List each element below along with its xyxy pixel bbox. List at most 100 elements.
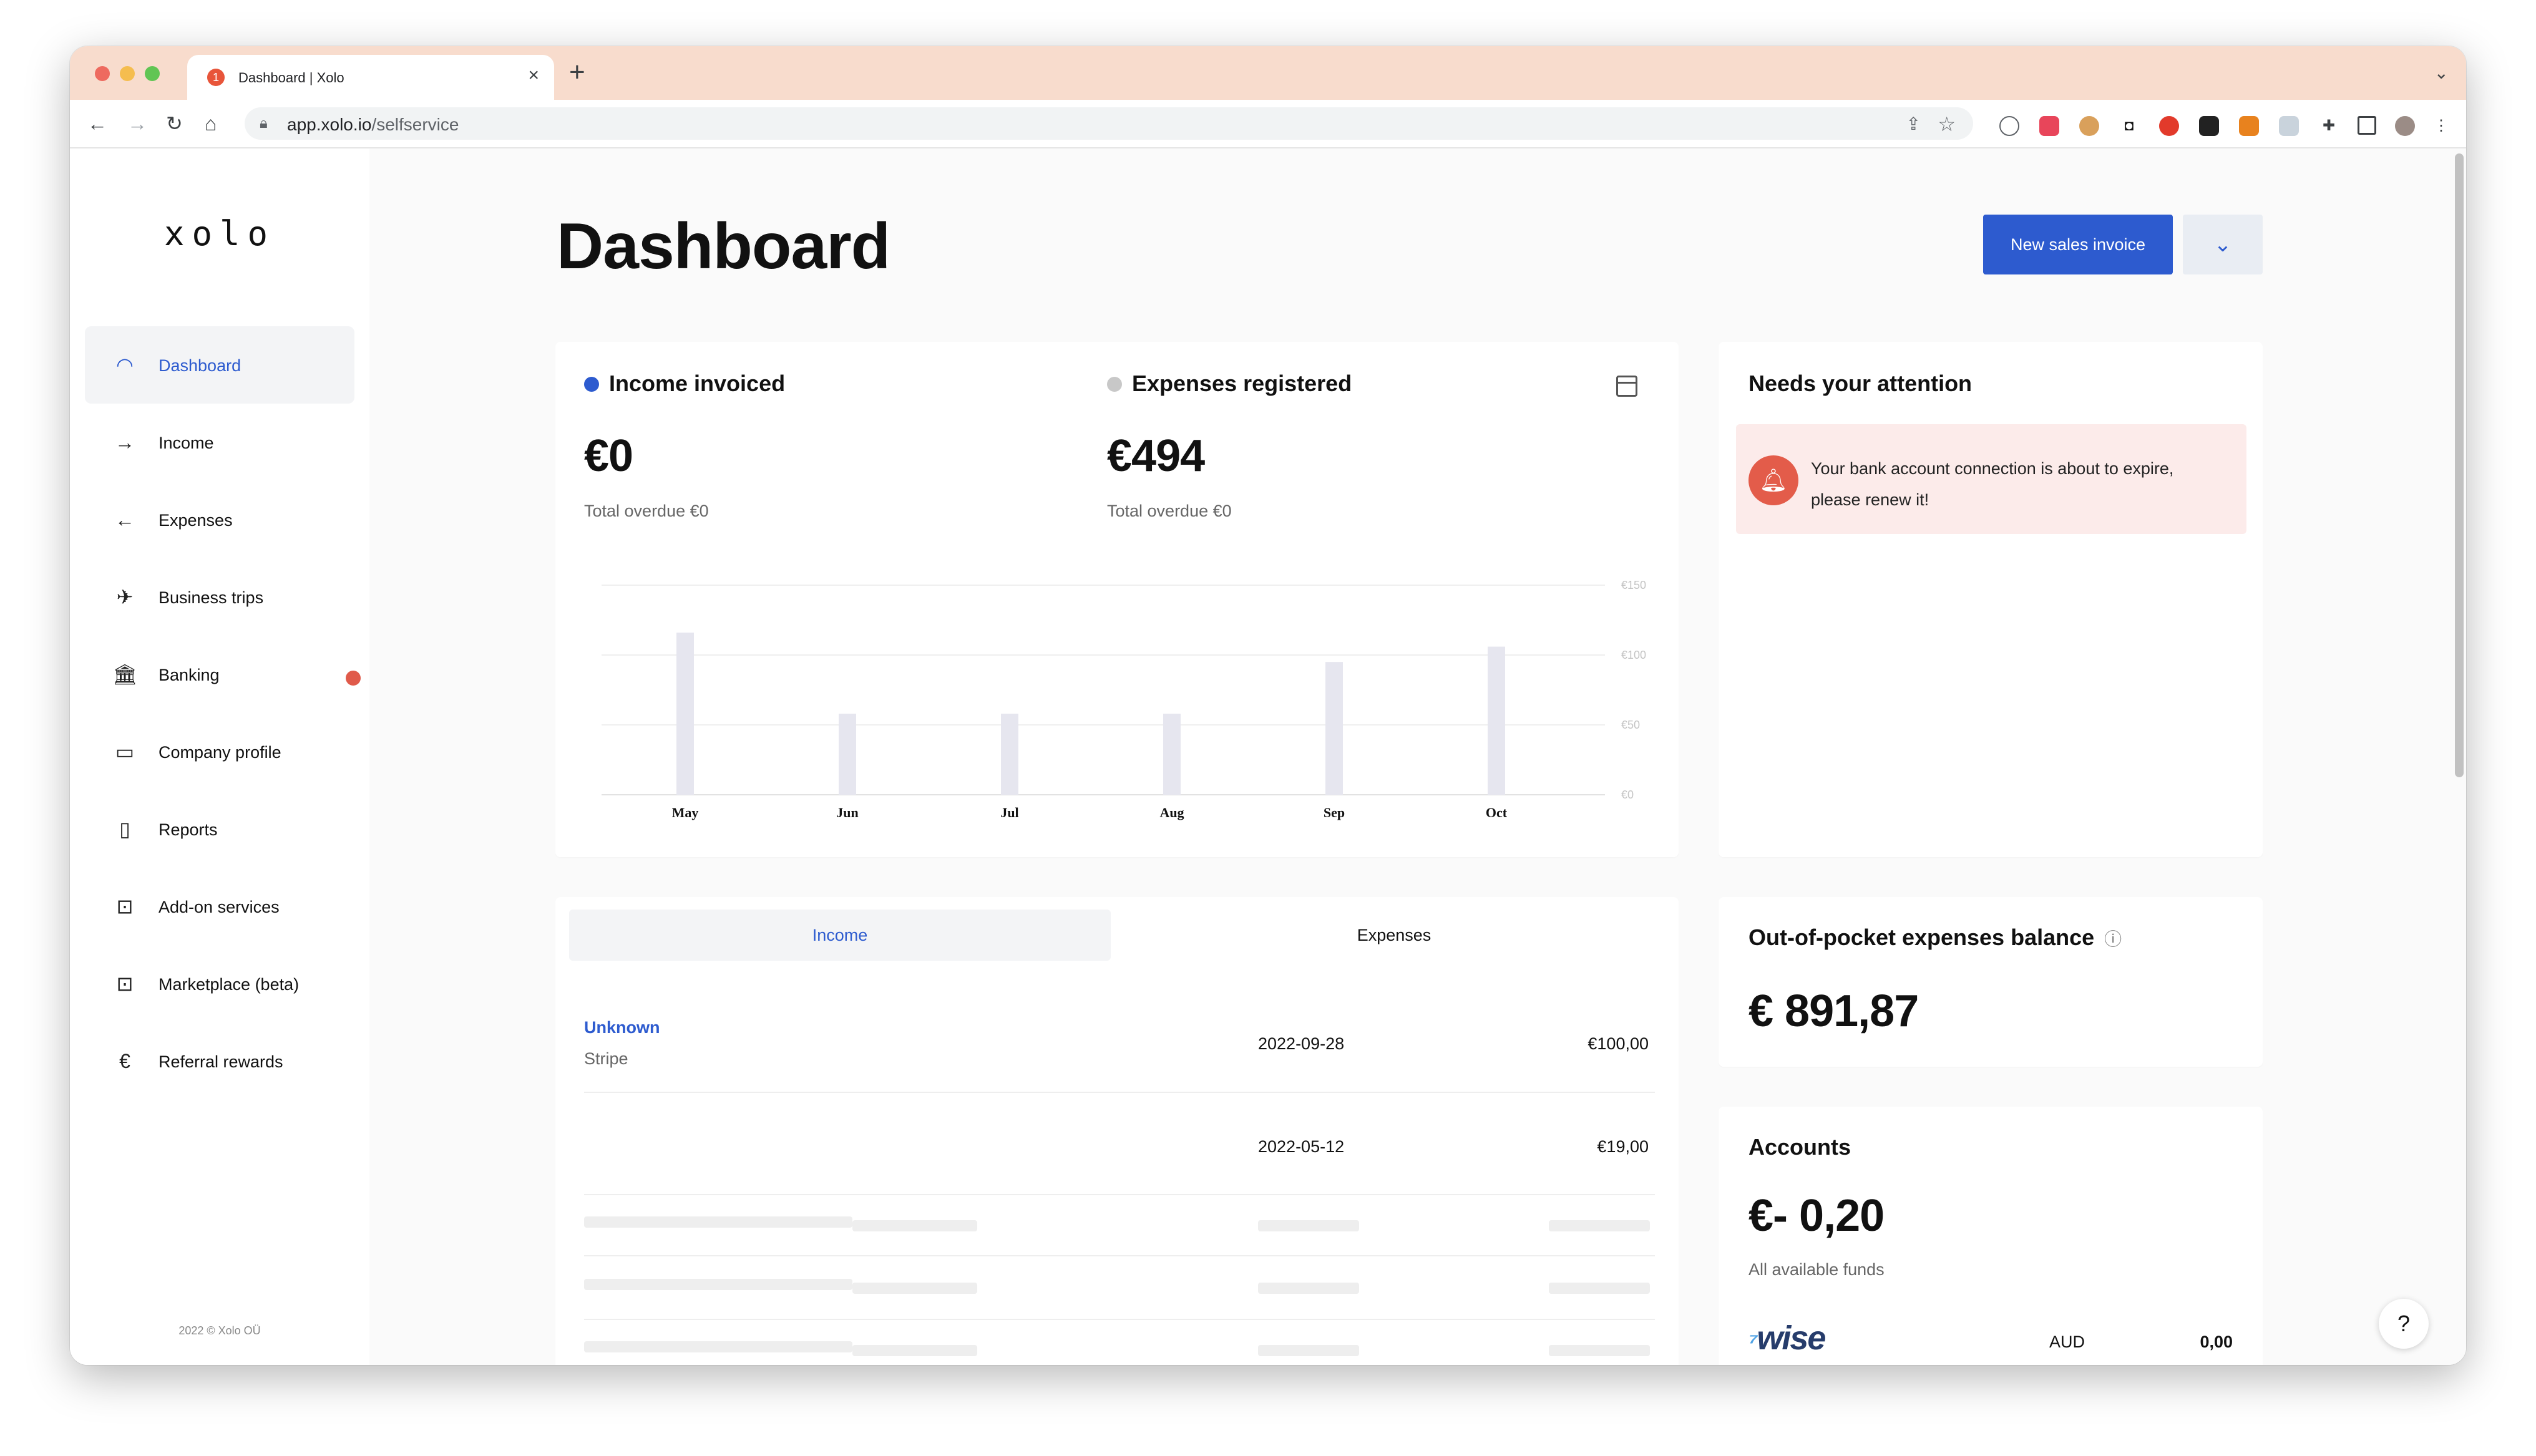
notification-dot — [346, 671, 361, 686]
row-divider — [584, 1319, 1655, 1320]
tab-search-chevron-icon[interactable]: ⌄ — [2434, 62, 2449, 83]
scrollbar-thumb[interactable] — [2455, 153, 2464, 777]
accounts-title: Accounts — [1748, 1134, 1851, 1160]
side-panel-icon[interactable] — [2358, 116, 2376, 135]
copyright-text: 2022 © Xolo OÜ — [178, 1324, 261, 1337]
skeleton-placeholder — [584, 1279, 852, 1290]
new-sales-invoice-button[interactable]: New sales invoice — [1983, 215, 2173, 274]
tab-income[interactable]: Income — [569, 910, 1111, 961]
sidebar-item-label: Expenses — [158, 511, 233, 530]
sidebar-item-marketplace[interactable]: ⊡ Marketplace (beta) — [85, 945, 354, 1022]
sidebar-item-referral-rewards[interactable]: € Referral rewards — [85, 1022, 354, 1100]
attention-card: Needs your attention 🔔︎ Your bank accoun… — [1719, 342, 2263, 857]
info-icon[interactable]: ⓘ — [2104, 929, 2122, 949]
skeleton-placeholder — [1258, 1220, 1359, 1231]
inbox-box-icon: ⊡ — [116, 895, 134, 918]
browser-window: 1 Dashboard | Xolo × + ⌄ ← → ↻ ⌂ 🔒︎ app.… — [70, 46, 2466, 1365]
sidebar-item-business-trips[interactable]: ✈︎ Business trips — [85, 558, 354, 636]
sidebar-item-banking[interactable]: 🏛︎ Banking — [85, 636, 361, 713]
minimize-window-button[interactable] — [120, 66, 135, 81]
close-tab-icon[interactable]: × — [528, 65, 539, 86]
bank-icon: 🏛︎ — [112, 663, 138, 686]
browser-tab-bar: 1 Dashboard | Xolo × + ⌄ — [70, 46, 2466, 100]
sidebar-item-income[interactable]: → Income — [85, 404, 354, 481]
sidebar-item-dashboard[interactable]: ◠ Dashboard — [85, 326, 354, 404]
sidebar-item-expenses[interactable]: ← Expenses — [85, 481, 354, 558]
row-divider — [584, 1092, 1655, 1093]
alert-message: Your bank account connection is about to… — [1811, 459, 2174, 509]
glasses-extension-icon[interactable]: ◘ — [2119, 116, 2139, 136]
more-menu-icon[interactable]: ⋮ — [2431, 116, 2451, 136]
opera-extension-icon[interactable] — [2159, 116, 2179, 136]
briefcase-icon: ▭ — [115, 740, 135, 763]
bank-expiry-alert[interactable]: 🔔︎ Your bank account connection is about… — [1736, 424, 2246, 534]
back-arrow-icon[interactable]: ← — [87, 111, 107, 136]
chart-bar-oct[interactable] — [1488, 646, 1505, 795]
dashboard-gauge-icon: ◠ — [116, 354, 134, 376]
skeleton-placeholder — [584, 1341, 852, 1352]
sidebar-item-label: Marketplace (beta) — [158, 975, 300, 994]
arrow-right-icon: → — [115, 431, 135, 454]
puzzle-extensions-icon[interactable]: ✚ — [2319, 116, 2339, 136]
url-text: app.xolo.io/selfservice — [287, 115, 459, 134]
sidebar-item-label: Reports — [158, 820, 218, 839]
x-tick-label: Jul — [1000, 805, 1018, 820]
sidebar-item-add-on-services[interactable]: ⊡ Add-on services — [85, 868, 354, 945]
maximize-window-button[interactable] — [145, 66, 160, 81]
profile-extension-icon[interactable] — [2199, 116, 2219, 136]
sidebar-item-company-profile[interactable]: ▭ Company profile — [85, 713, 354, 790]
cookie-extension-icon[interactable] — [2079, 116, 2099, 136]
table-row[interactable]: 2022-05-12 €19,00 — [555, 1112, 1679, 1181]
chart-bar-jun[interactable] — [839, 714, 856, 795]
transaction-name[interactable]: Unknown — [584, 1018, 660, 1037]
image-extension-icon[interactable] — [2279, 116, 2299, 136]
skeleton-placeholder — [1549, 1220, 1650, 1231]
help-button[interactable]: ? — [2379, 1299, 2429, 1349]
sidebar-item-reports[interactable]: ▯ Reports — [85, 790, 354, 868]
sidebar-item-label: Business trips — [158, 588, 264, 607]
chart-bar-aug[interactable] — [1163, 714, 1181, 795]
transaction-date: 2022-05-12 — [1258, 1137, 1345, 1156]
account-balance: 0,00 — [2200, 1332, 2233, 1351]
document-icon: ▯ — [119, 818, 130, 840]
skeleton-placeholder — [1258, 1345, 1359, 1356]
extension-icon[interactable] — [1999, 116, 2019, 136]
new-tab-button[interactable]: + — [569, 59, 585, 86]
transactions-card: Income Expenses Unknown Stripe 2022-09-2… — [555, 897, 1679, 1365]
sidebar-item-label: Income — [158, 434, 214, 452]
x-tick-label: Sep — [1324, 805, 1345, 820]
metamask-extension-icon[interactable] — [2239, 116, 2259, 136]
chart-bar-jul[interactable] — [1001, 714, 1018, 795]
euro-icon: € — [119, 1050, 130, 1072]
forward-arrow-icon[interactable]: → — [127, 111, 147, 136]
arrow-left-icon: ← — [115, 508, 135, 531]
pocket-extension-icon[interactable] — [2039, 116, 2059, 136]
page-title: Dashboard — [557, 210, 890, 283]
tab-expenses[interactable]: Expenses — [1123, 910, 1665, 961]
table-row[interactable]: Unknown Stripe 2022-09-28 €100,00 — [555, 1009, 1679, 1078]
monthly-bar-chart: €0 €50 €100 €150 May Jun Jul Aug Sep Oct — [602, 579, 1646, 820]
browser-tab[interactable]: 1 Dashboard | Xolo × — [187, 55, 554, 100]
address-bar[interactable]: 🔒︎ app.xolo.io/selfservice ⇪ ☆ — [245, 107, 1973, 140]
sidebar-item-label: Company profile — [158, 743, 281, 762]
reload-icon[interactable]: ↻ — [166, 111, 183, 136]
skeleton-placeholder — [852, 1220, 977, 1231]
chart-bar-may[interactable] — [676, 633, 694, 795]
skeleton-placeholder — [1258, 1283, 1359, 1294]
xolo-logo[interactable]: xolo — [70, 214, 369, 253]
share-icon[interactable]: ⇪ — [1906, 114, 1921, 134]
sidebar: xolo ◠ Dashboard → Income ← Expenses ✈︎ … — [70, 148, 369, 1365]
bookmark-star-icon[interactable]: ☆ — [1938, 112, 1956, 136]
home-icon[interactable]: ⌂ — [205, 111, 217, 136]
chart-bar-sep[interactable] — [1325, 662, 1343, 795]
accounts-card: Accounts €- 0,20 All available funds ⁷wi… — [1719, 1107, 2263, 1365]
skeleton-placeholder — [852, 1283, 977, 1294]
more-actions-chevron-icon[interactable]: ⌄ — [2183, 215, 2263, 274]
close-window-button[interactable] — [95, 66, 110, 81]
browser-toolbar: ← → ↻ ⌂ 🔒︎ app.xolo.io/selfservice ⇪ ☆ ◘… — [70, 100, 2466, 148]
page-scrollbar[interactable] — [2452, 148, 2466, 1365]
avatar[interactable] — [2395, 116, 2415, 136]
account-currency: AUD — [2049, 1332, 2085, 1351]
sidebar-item-label: Referral rewards — [158, 1052, 283, 1071]
transaction-amount: €19,00 — [1597, 1137, 1649, 1156]
